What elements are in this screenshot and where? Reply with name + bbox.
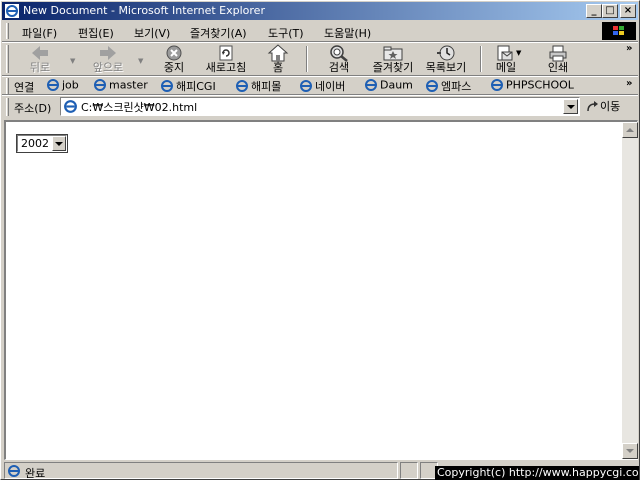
address-grip[interactable] (6, 98, 9, 116)
copyright-banner: Copyright(c) http://www.happycgi.com (435, 466, 639, 480)
title-bar[interactable]: New Document - Microsoft Internet Explor… (2, 2, 638, 20)
menu-favorites[interactable]: 즐겨찾기(A) (190, 25, 247, 41)
links-bar: 연결 job master 해피CGI 해피몰 네이버 Daum 엠파스 PHP… (2, 77, 638, 95)
link-daum[interactable]: Daum (364, 78, 413, 94)
toolbar-more-chevron[interactable]: » (626, 43, 632, 54)
status-pane-1 (400, 462, 418, 479)
close-button[interactable]: × (620, 4, 636, 18)
year-select[interactable]: 2002 (16, 134, 68, 153)
search-icon (330, 45, 348, 62)
toolbar-separator (306, 46, 308, 72)
menu-edit[interactable]: 편집(E) (78, 25, 114, 41)
mail-dropdown-icon[interactable]: ▼ (516, 49, 521, 57)
link-happymall[interactable]: 해피몰 (235, 78, 281, 94)
links-grip[interactable] (6, 78, 9, 94)
year-select-value: 2002 (21, 137, 49, 150)
link-master[interactable]: master (93, 78, 148, 94)
address-dropdown-button[interactable] (563, 99, 578, 114)
history-button[interactable]: 목록보기 (420, 44, 472, 74)
menu-help[interactable]: 도움말(H) (324, 25, 371, 41)
chevron-down-icon (626, 449, 634, 453)
chevron-up-icon (626, 128, 634, 132)
stop-icon (166, 45, 182, 61)
link-empas[interactable]: 엠파스 (425, 78, 471, 94)
links-label: 연결 (14, 81, 35, 94)
browser-window: New Document - Microsoft Internet Explor… (0, 0, 640, 480)
ie-page-icon (94, 79, 106, 91)
link-naver[interactable]: 네이버 (299, 78, 345, 94)
stop-button[interactable]: 중지 (152, 44, 196, 74)
refresh-button[interactable]: 새로고침 (200, 44, 252, 74)
link-phpschool[interactable]: PHPSCHOOL (490, 78, 574, 94)
favorites-button[interactable]: 즐겨찾기 (366, 44, 420, 74)
standard-toolbar: 뒤로 ▼ 앞으로 ▼ 중지 새로고침 홈 검색 즐겨찾기 목록보기 메일 ▼ 인… (2, 43, 638, 75)
ie-page-icon (47, 79, 59, 91)
year-select-dropdown-button[interactable] (52, 136, 66, 151)
windows-throbber (602, 22, 636, 40)
link-job[interactable]: job (46, 78, 79, 94)
forward-dropdown-icon[interactable]: ▼ (138, 57, 143, 65)
ie-page-icon (236, 80, 248, 92)
ie-logo-icon (5, 4, 19, 18)
menu-file[interactable]: 파일(F) (22, 25, 57, 41)
address-label: 주소(D) (14, 102, 52, 115)
scroll-up-button[interactable] (622, 122, 638, 138)
minimize-button[interactable]: _ (586, 4, 602, 18)
status-text: 완료 (25, 467, 46, 480)
back-arrow-icon (32, 46, 48, 60)
go-button[interactable]: 이동 (586, 98, 620, 116)
address-input[interactable] (81, 99, 561, 114)
address-combobox[interactable] (60, 97, 580, 116)
home-icon (267, 44, 289, 62)
status-main-pane: 완료 (4, 462, 398, 480)
toolbar-grip[interactable] (6, 45, 9, 73)
forward-arrow-icon (100, 46, 116, 60)
print-button[interactable]: 인쇄 (540, 44, 576, 74)
scroll-down-button[interactable] (622, 443, 638, 459)
ie-page-icon (64, 100, 77, 113)
ie-page-icon (365, 79, 377, 91)
home-button[interactable]: 홈 (258, 44, 298, 74)
links-more-chevron[interactable]: » (626, 78, 632, 89)
history-icon (437, 45, 455, 61)
chevron-down-icon (567, 105, 575, 109)
menu-grip[interactable] (6, 23, 9, 39)
search-button[interactable]: 검색 (316, 44, 362, 74)
favorites-folder-icon (383, 46, 403, 61)
ie-page-icon (426, 80, 438, 92)
menu-view[interactable]: 보기(V) (134, 25, 170, 41)
refresh-icon (219, 45, 233, 61)
ie-page-icon (491, 79, 503, 91)
page-content: 2002 (6, 122, 619, 459)
back-dropdown-icon[interactable]: ▼ (70, 57, 75, 65)
ie-page-icon (300, 80, 312, 92)
mail-icon (497, 45, 513, 61)
back-button[interactable]: 뒤로 (16, 44, 64, 74)
window-title: New Document - Microsoft Internet Explor… (23, 4, 265, 17)
toolbar-separator-2 (480, 46, 482, 72)
chevron-down-icon (55, 142, 63, 146)
forward-button[interactable]: 앞으로 (82, 44, 134, 74)
link-happycgi[interactable]: 해피CGI (160, 78, 216, 94)
menu-tools[interactable]: 도구(T) (268, 25, 304, 41)
address-bar: 주소(D) 이동 (2, 96, 638, 118)
menu-bar: 파일(F) 편집(E) 보기(V) 즐겨찾기(A) 도구(T) 도움말(H) (2, 21, 638, 41)
maximize-button[interactable]: □ (602, 4, 618, 18)
go-arrow-icon (587, 101, 598, 112)
ie-page-icon (161, 80, 173, 92)
printer-icon (549, 45, 567, 62)
content-frame: 2002 (4, 120, 638, 460)
vertical-scrollbar[interactable] (622, 122, 638, 459)
ie-page-icon (8, 465, 20, 477)
windows-flag-icon (613, 26, 624, 35)
